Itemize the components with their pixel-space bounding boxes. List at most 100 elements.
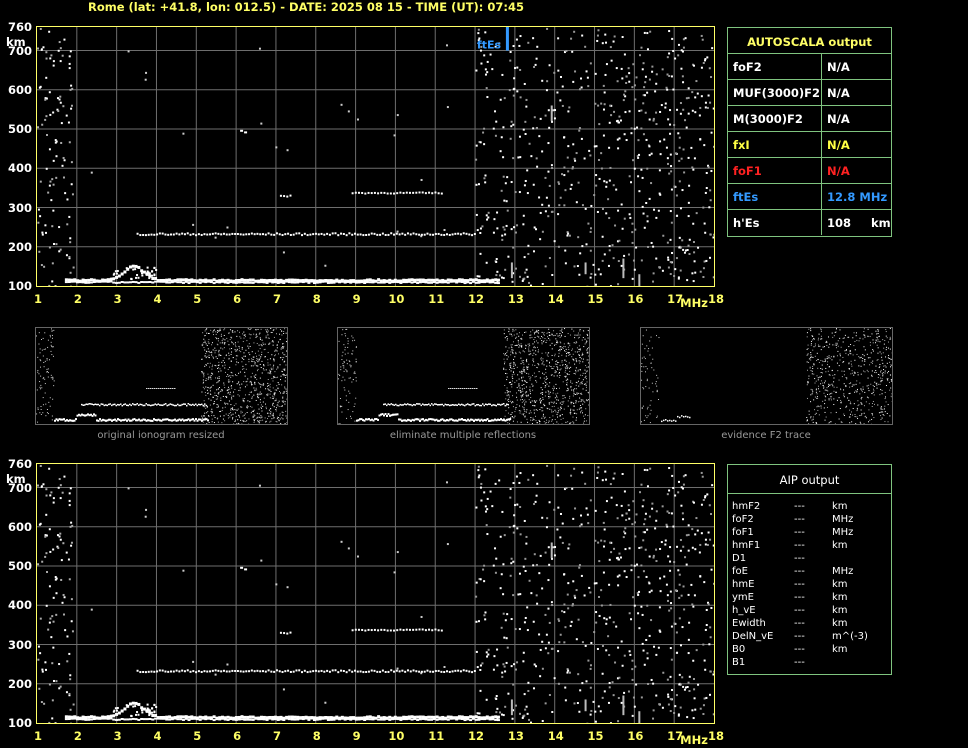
aip-unit: km (832, 592, 848, 603)
aip-key: Ewidth (732, 618, 766, 629)
x-tick-label: 15 (587, 292, 604, 306)
x-tick-label: 5 (193, 292, 202, 306)
autoscala-value: N/A (827, 138, 850, 152)
y-unit-label: km (6, 472, 26, 486)
aip-unit: km (832, 501, 848, 512)
autoscala-row-muf-3000-f2: MUF(3000)F2 N/A (728, 79, 891, 105)
x-tick-label: 11 (428, 292, 445, 306)
aip-unit: km (832, 605, 848, 616)
autoscala-row-fof2: foF2 N/A (728, 53, 891, 79)
autoscala-row-ftes: ftEs 12.8 MHz (728, 183, 891, 209)
y-tick-label: 200 (8, 676, 33, 691)
autoscala-row-fxi: fxI N/A (728, 131, 891, 157)
ionogram-main: ftEs (36, 26, 715, 287)
aip-value: --- (794, 631, 805, 642)
aip-unit: m^(-3) (832, 631, 868, 642)
autoscala-value: N/A (827, 164, 850, 178)
autoscala-value: N/A (827, 112, 850, 126)
x-tick-label: 6 (233, 292, 242, 306)
thumbnail-caption: evidence F2 trace (721, 430, 811, 441)
aip-unit: MHz (832, 527, 854, 538)
x-tick-label: 13 (507, 729, 524, 743)
x-tick-label: 7 (272, 729, 281, 743)
y-unit-label: km (6, 35, 26, 49)
aip-key: ymE (732, 592, 754, 603)
x-tick-label: 13 (507, 292, 524, 306)
thumbnail-2 (337, 327, 590, 425)
thumbnail-caption: original ionogram resized (97, 430, 225, 441)
x-tick-label: 14 (547, 729, 564, 743)
autoscala-value: N/A (827, 86, 850, 100)
page-title: Rome (lat: +41.8, lon: 012.5) - DATE: 20… (88, 0, 525, 14)
y-tick-label: 400 (8, 161, 33, 176)
x-tick-label: 18 (708, 729, 725, 743)
ionogram-canvas: ftEs (37, 27, 714, 286)
aip-title: AIP output (779, 473, 840, 487)
x-unit-label: MHz (680, 733, 708, 747)
aip-key: hmF2 (732, 501, 761, 512)
thumbnail-3 (640, 327, 893, 425)
aip-unit: km (832, 579, 848, 590)
aip-value: --- (794, 553, 805, 564)
y-tick-label: 300 (8, 637, 33, 652)
x-tick-label: 8 (312, 292, 321, 306)
x-tick-label: 10 (388, 292, 405, 306)
autoscala-row-fof1: foF1 N/A (728, 157, 891, 183)
y-tick-label: 300 (8, 200, 33, 215)
aip-value: --- (794, 644, 805, 655)
aip-key: hmE (732, 579, 755, 590)
y-tick-label: 500 (8, 559, 33, 574)
y-tick-label: 200 (8, 239, 33, 254)
autoscala-key: foF1 (733, 164, 762, 178)
aip-unit: MHz (832, 566, 854, 577)
aip-value: --- (794, 540, 805, 551)
aip-unit: km (832, 540, 848, 551)
echo-points (37, 464, 714, 723)
autoscala-value: 12.8 MHz (827, 190, 888, 204)
x-tick-label: 4 (153, 729, 162, 743)
ionogram-canvas (37, 464, 714, 723)
autoscala-title: AUTOSCALA output (747, 35, 872, 49)
autoscala-key: ftEs (733, 190, 759, 204)
aip-key: h_vE (732, 605, 756, 616)
x-tick-label: 6 (233, 729, 242, 743)
x-tick-label: 18 (708, 292, 725, 306)
aip-value: --- (794, 618, 805, 629)
x-tick-label: 2 (73, 292, 82, 306)
aip-key: foE (732, 566, 748, 577)
autoscala-key: M(3000)F2 (733, 112, 803, 126)
y-tick-label: 100 (8, 279, 33, 293)
x-tick-label: 14 (547, 292, 564, 306)
y-tick-label: 760 (8, 457, 33, 471)
autoscala-key: MUF(3000)F2 (733, 86, 821, 100)
ftes-marker (505, 27, 509, 51)
x-unit-label: MHz (680, 296, 708, 310)
x-tick-label: 16 (627, 292, 644, 306)
x-tick-label: 2 (73, 729, 82, 743)
y-tick-label: 760 (8, 20, 33, 34)
thumbnail-caption: eliminate multiple reflections (389, 430, 537, 441)
x-tick-label: 5 (193, 729, 202, 743)
aip-value: --- (794, 579, 805, 590)
aip-unit: km (832, 644, 848, 655)
aip-key: hmF1 (732, 540, 761, 551)
aip-key: DelN_vE (732, 631, 774, 642)
autoscala-row-m-3000-f2: M(3000)F2 N/A (728, 105, 891, 131)
aip-panel: AIP output hmF2 --- km foF2 --- MHz foF1 --- MHz… (727, 464, 892, 675)
x-tick-label: 11 (428, 729, 445, 743)
x-tick-label: 7 (272, 292, 281, 306)
aip-key: D1 (732, 553, 747, 564)
aip-value: --- (794, 605, 805, 616)
autoscala-key: h'Es (733, 216, 760, 230)
aip-key: B0 (732, 644, 746, 655)
aip-key: foF2 (732, 514, 754, 525)
x-tick-label: 9 (352, 292, 361, 306)
aip-key: B1 (732, 657, 746, 668)
aip-value: --- (794, 592, 805, 603)
x-tick-label: 12 (468, 292, 485, 306)
x-tick-label: 3 (113, 729, 122, 743)
x-tick-label: 8 (312, 729, 321, 743)
autoscala-key: foF2 (733, 60, 762, 74)
autoscala-value: N/A (827, 60, 850, 74)
x-tick-label: 10 (388, 729, 405, 743)
